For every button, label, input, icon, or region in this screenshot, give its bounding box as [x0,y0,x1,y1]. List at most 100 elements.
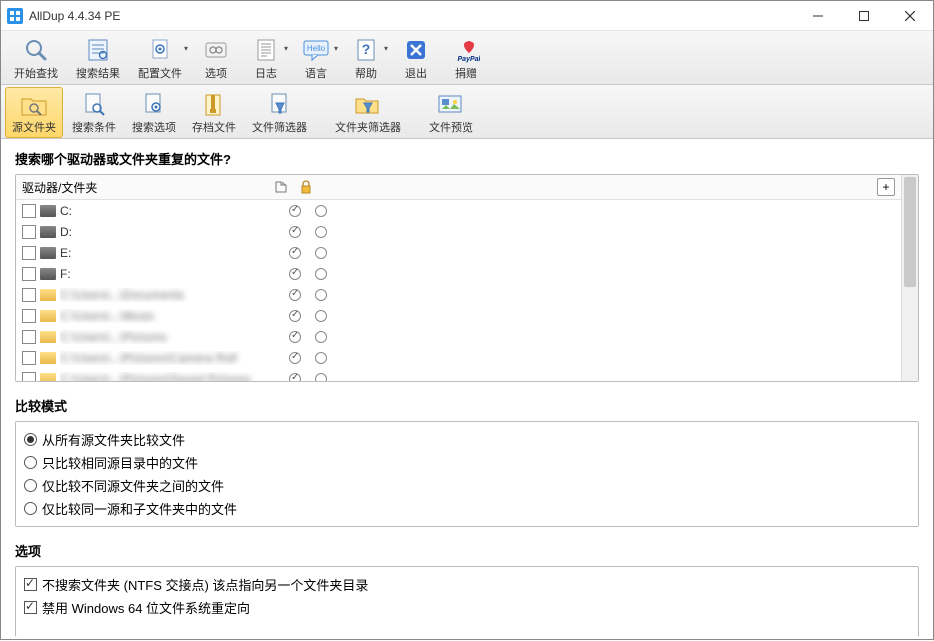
option-check-1[interactable]: 不搜索文件夹 (NTFS 交接点) 该点指向另一个文件夹目录 [24,573,910,596]
language-button[interactable]: Hello 语言 ▾ [291,33,341,84]
table-row[interactable]: C:\Users\...\Documents [16,284,901,305]
compare-radio-4[interactable]: 仅比较同一源和子文件夹中的文件 [24,497,910,520]
label: 仅比较不同源文件夹之间的文件 [42,476,224,495]
row-lock-toggle[interactable] [308,351,334,365]
options-title: 选项 [15,541,919,560]
row-checkbox[interactable] [22,351,36,365]
row-checkbox[interactable] [22,330,36,344]
tab-search-options[interactable]: 搜索选项 [125,87,183,138]
option-check-2[interactable]: 禁用 Windows 64 位文件系统重定向 [24,596,910,619]
row-lock-toggle[interactable] [308,372,334,382]
minimize-button[interactable] [795,1,841,31]
label: 不搜索文件夹 (NTFS 交接点) 该点指向另一个文件夹目录 [42,575,368,594]
maximize-button[interactable] [841,1,887,31]
row-lock-toggle[interactable] [308,309,334,323]
checkbox-icon [24,578,37,591]
tab-search-criteria[interactable]: 搜索条件 [65,87,123,138]
log-icon [252,36,280,64]
tab-archive-files[interactable]: 存档文件 [185,87,243,138]
add-folder-button[interactable]: + [877,178,895,196]
row-include-toggle[interactable] [282,309,308,323]
table-row[interactable]: F: [16,263,901,284]
options-button[interactable]: 选项 [191,33,241,84]
ribbon-toolbar: 源文件夹 搜索条件 搜索选项 存档文件 文件筛选器 文件夹筛选器 文件预览 [1,85,933,139]
titlebar: AllDup 4.4.34 PE [1,1,933,31]
row-label: C:\Users\...\Music [60,309,282,323]
label: 退出 [405,65,427,81]
svg-text:PayPal: PayPal [458,56,480,63]
table-row[interactable]: C:\Users\...\Pictures\Saved Pictures [16,368,901,381]
label: 禁用 Windows 64 位文件系统重定向 [42,598,250,617]
label: 从所有源文件夹比较文件 [42,430,185,449]
start-search-button[interactable]: 开始查找 [5,33,67,84]
label: 语言 [305,65,327,81]
radio-icon [24,479,37,492]
tab-source-folders[interactable]: 源文件夹 [5,87,63,138]
row-lock-toggle[interactable] [308,204,334,218]
config-files-button[interactable]: 配置文件 ▾ [129,33,191,84]
tab-file-preview[interactable]: 文件预览 [422,87,480,138]
row-label: C:\Users\...\Pictures [60,330,282,344]
exit-button[interactable]: 退出 [391,33,441,84]
folder-filter-icon [353,90,383,119]
chevron-down-icon: ▾ [284,44,288,53]
row-checkbox[interactable] [22,372,36,382]
table-row[interactable]: C:\Users\...\Pictures [16,326,901,347]
log-button[interactable]: 日志 ▾ [241,33,291,84]
row-checkbox[interactable] [22,288,36,302]
row-lock-toggle[interactable] [308,330,334,344]
table-row[interactable]: C: [16,200,901,221]
row-include-toggle[interactable] [282,351,308,365]
tab-folder-filter[interactable]: 文件夹筛选器 [328,87,408,138]
table-row[interactable]: E: [16,242,901,263]
row-checkbox[interactable] [22,246,36,260]
label: 搜索条件 [72,119,116,135]
row-checkbox[interactable] [22,309,36,323]
row-lock-toggle[interactable] [308,225,334,239]
radio-icon [24,433,37,446]
compare-radio-2[interactable]: 只比较相同源目录中的文件 [24,451,910,474]
table-row[interactable]: D: [16,221,901,242]
label: 搜索选项 [132,119,176,135]
compare-radio-3[interactable]: 仅比较不同源文件夹之间的文件 [24,474,910,497]
compare-section: 比较模式 从所有源文件夹比较文件 只比较相同源目录中的文件 仅比较不同源文件夹之… [15,396,919,527]
main-toolbar: 开始查找 搜索结果 配置文件 ▾ 选项 日志 ▾ Hello 语言 ▾ ? 帮助… [1,31,933,85]
list-header: 驱动器/文件夹 + [16,175,901,200]
donate-button[interactable]: PayPal 捐赠 [441,33,491,84]
header-col1-icon[interactable] [274,180,300,194]
compare-radio-1[interactable]: 从所有源文件夹比较文件 [24,428,910,451]
options-box: 不搜索文件夹 (NTFS 交接点) 该点指向另一个文件夹目录 禁用 Window… [15,566,919,637]
options-section: 选项 不搜索文件夹 (NTFS 交接点) 该点指向另一个文件夹目录 禁用 Win… [15,541,919,637]
row-include-toggle[interactable] [282,288,308,302]
row-checkbox[interactable] [22,225,36,239]
tab-file-filter[interactable]: 文件筛选器 [245,87,314,138]
scrollbar-thumb[interactable] [904,177,916,287]
row-include-toggle[interactable] [282,204,308,218]
row-lock-toggle[interactable] [308,267,334,281]
row-include-toggle[interactable] [282,330,308,344]
label: 只比较相同源目录中的文件 [42,453,198,472]
row-checkbox[interactable] [22,267,36,281]
label: 源文件夹 [12,119,56,135]
drive-icon [40,226,56,238]
label: 仅比较同一源和子文件夹中的文件 [42,499,237,518]
row-lock-toggle[interactable] [308,288,334,302]
hello-icon: Hello [302,36,330,64]
help-button[interactable]: ? 帮助 ▾ [341,33,391,84]
row-include-toggle[interactable] [282,246,308,260]
row-include-toggle[interactable] [282,267,308,281]
row-lock-toggle[interactable] [308,246,334,260]
row-include-toggle[interactable] [282,225,308,239]
row-checkbox[interactable] [22,204,36,218]
label: 文件夹筛选器 [335,119,401,135]
header-lock-icon[interactable] [300,180,326,194]
list-rows: C: D: E: F: C:\Users\...\Documents C:\Users\.… [16,200,901,381]
row-include-toggle[interactable] [282,372,308,382]
row-label: F: [60,267,282,281]
vertical-scrollbar[interactable] [901,175,918,381]
row-label: D: [60,225,282,239]
search-results-button[interactable]: 搜索结果 [67,33,129,84]
table-row[interactable]: C:\Users\...\Pictures\Camera Roll [16,347,901,368]
close-button[interactable] [887,1,933,31]
table-row[interactable]: C:\Users\...\Music [16,305,901,326]
